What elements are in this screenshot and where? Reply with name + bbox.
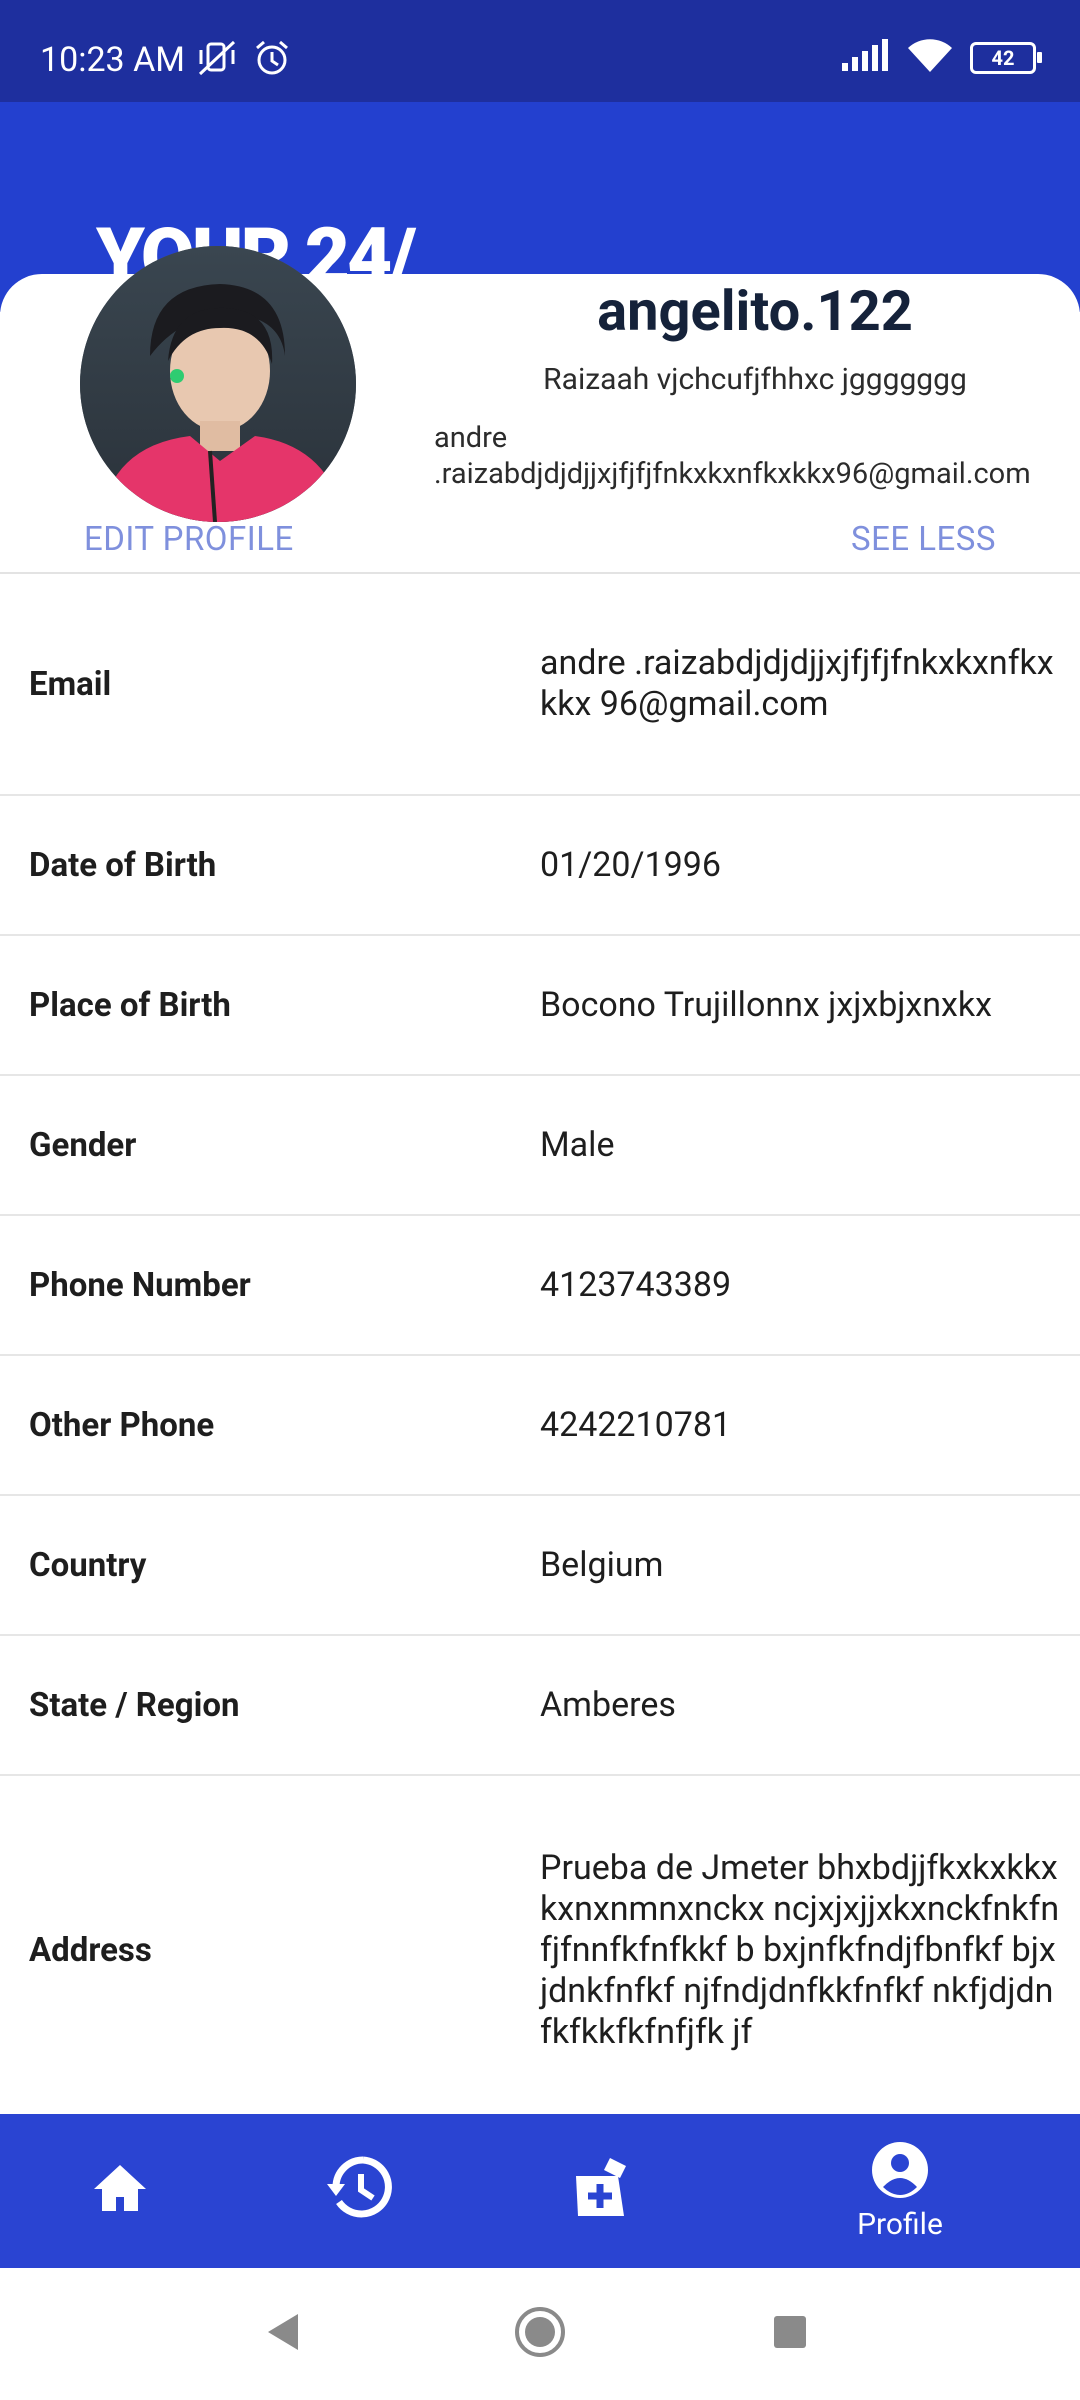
detail-value: Amberes — [540, 1684, 676, 1725]
detail-label: Address — [29, 1930, 152, 1970]
detail-label: Phone Number — [29, 1265, 251, 1305]
nav-history[interactable] — [240, 2114, 480, 2268]
status-icons-left — [196, 38, 292, 82]
detail-value: Male — [540, 1124, 615, 1165]
header-email-line1: andre — [434, 421, 508, 455]
back-icon[interactable] — [264, 2312, 302, 2356]
username: angelito.122 — [597, 278, 913, 344]
bottom-navigation: Profile — [0, 2114, 1080, 2268]
detail-value: andre .raizabdjdjdjjxjfjfjfnkxkxnfkxkkx … — [540, 643, 1054, 724]
signal-icon — [840, 39, 890, 77]
profile-details-table: Email andre .raizabdjdjdjjxjfjfjfnkxkxnf… — [0, 574, 1080, 2124]
nav-home[interactable] — [0, 2114, 240, 2268]
detail-row-country: Country Belgium — [0, 1496, 1080, 1636]
detail-value: 4242210781 — [540, 1404, 732, 1445]
alarm-icon — [252, 38, 292, 82]
edit-profile-button[interactable]: EDIT PROFILE — [84, 520, 294, 559]
detail-value: 01/20/1996 — [540, 844, 721, 885]
detail-label: Place of Birth — [29, 985, 231, 1025]
detail-label: State / Region — [29, 1685, 240, 1725]
detail-value: Prueba de Jmeter bhxbdjjfkxkxkkxkxnxnmnx… — [540, 1847, 1060, 2052]
detail-value: Bocono Trujillonnx jxjxbjxnxkx — [540, 984, 993, 1025]
medical-kit-icon — [570, 2156, 630, 2222]
detail-row-state-region: State / Region Amberes — [0, 1636, 1080, 1776]
detail-row-other-phone: Other Phone 4242210781 — [0, 1356, 1080, 1496]
history-icon — [327, 2154, 393, 2224]
detail-row-place-of-birth: Place of Birth Bocono Trujillonnx jxjxbj… — [0, 936, 1080, 1076]
full-name: Raizaah vjchcufjfhhxc jggggggg — [543, 362, 967, 397]
nav-profile-label: Profile — [857, 2206, 943, 2242]
detail-label: Email — [29, 664, 112, 704]
detail-label: Date of Birth — [29, 845, 217, 885]
see-less-button[interactable]: SEE LESS — [851, 520, 996, 559]
detail-label: Country — [29, 1545, 147, 1585]
mute-vibrate-icon — [196, 38, 238, 82]
avatar[interactable] — [80, 246, 356, 522]
recents-icon[interactable] — [772, 2314, 808, 2354]
detail-label: Gender — [29, 1125, 137, 1165]
wifi-icon — [906, 38, 954, 78]
battery-icon: 42 — [970, 42, 1042, 74]
nav-medical[interactable] — [480, 2114, 720, 2268]
status-bar: 10:23 AM 42 — [0, 0, 1080, 102]
detail-label: Other Phone — [29, 1405, 215, 1445]
detail-value: Belgium — [540, 1544, 664, 1585]
nav-profile[interactable]: Profile — [780, 2114, 1020, 2268]
detail-row-email: Email andre .raizabdjdjdjjxjfjfjfnkxkxnf… — [0, 574, 1080, 796]
home-circle-icon[interactable] — [514, 2306, 566, 2362]
status-time: 10:23 AM — [40, 40, 185, 80]
detail-value: 4123743389 — [540, 1264, 732, 1305]
profile-icon — [871, 2141, 929, 2203]
detail-row-gender: Gender Male — [0, 1076, 1080, 1216]
system-navigation-bar — [0, 2268, 1080, 2400]
header-email-line2: .raizabdjdjdjjxjfjfjfnkxkxnfkxkkx96@gmai… — [434, 457, 1031, 491]
detail-row-date-of-birth: Date of Birth 01/20/1996 — [0, 796, 1080, 936]
status-icons-right: 42 — [840, 38, 1042, 78]
home-icon — [92, 2161, 148, 2217]
header-email: andre .raizabdjdjdjjxjfjfjfnkxkxnfkxkkx9… — [434, 420, 1080, 492]
battery-level: 42 — [991, 46, 1015, 70]
detail-row-address: Address Prueba de Jmeter bhxbdjjfkxkxkkx… — [0, 1776, 1080, 2124]
detail-row-phone-number: Phone Number 4123743389 — [0, 1216, 1080, 1356]
